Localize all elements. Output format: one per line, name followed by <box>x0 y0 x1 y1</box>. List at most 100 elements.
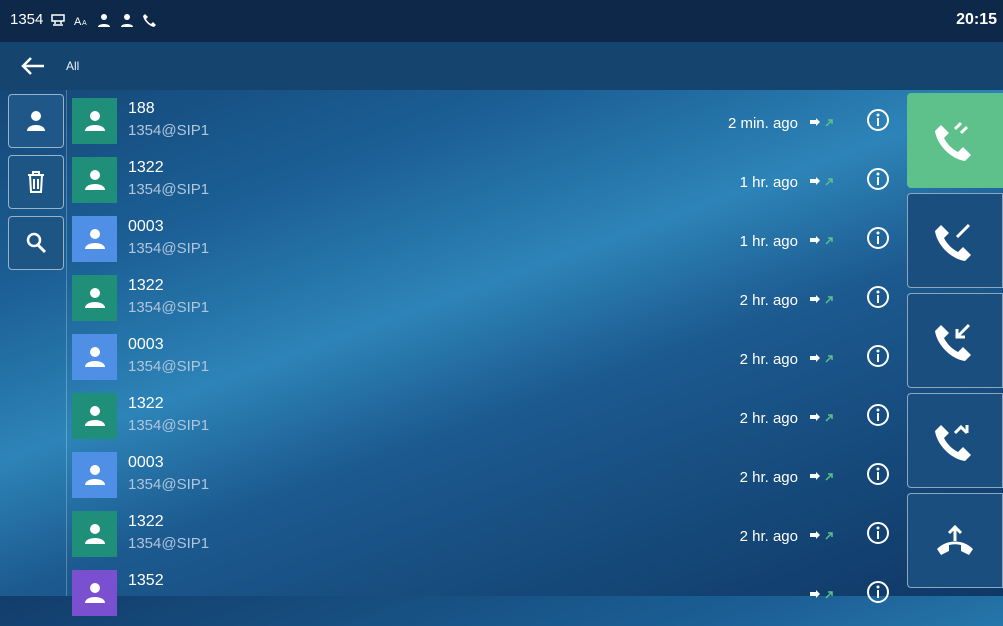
contact-avatar-icon <box>84 229 105 249</box>
contact-avatar-icon <box>84 347 105 367</box>
call-log-row[interactable]: 0003 1354@SIP1 2 hr. ago <box>72 331 902 390</box>
call-time: 2 hr. ago <box>739 410 798 427</box>
tab-missed-calls[interactable] <box>907 393 1003 488</box>
call-type-icon <box>810 413 833 422</box>
caller-name: 1352 <box>128 572 164 589</box>
caller-name: 1322 <box>128 159 164 176</box>
contact-avatar-icon <box>84 111 105 131</box>
caller-account: 1354@SIP1 <box>128 476 210 493</box>
info-icon[interactable] <box>866 226 890 250</box>
call-time: 2 min. ago <box>727 115 798 132</box>
contact-avatar-icon <box>84 583 105 603</box>
contact-avatar-icon <box>84 406 105 426</box>
call-type-icon <box>810 295 833 304</box>
svg-text:A: A <box>74 16 82 28</box>
contact-button[interactable] <box>8 94 64 148</box>
call-type-icon <box>810 472 833 481</box>
clock: 20:15 <box>956 11 997 28</box>
caller-account: 1354@SIP1 <box>128 299 210 316</box>
call-type-icon <box>810 531 833 540</box>
caller-name: 1322 <box>128 277 164 294</box>
info-icon[interactable] <box>866 285 890 309</box>
caller-account: 1354@SIP1 <box>128 535 210 552</box>
tab-dialed-calls[interactable] <box>907 193 1003 288</box>
call-time: 1 hr. ago <box>739 174 798 191</box>
tab-received-calls[interactable] <box>907 293 1003 388</box>
avatar <box>72 452 117 498</box>
contact-avatar-icon <box>84 170 105 190</box>
caller-account: 1354@SIP1 <box>128 122 210 139</box>
missed-calls-icon <box>935 424 971 461</box>
svg-text:A: A <box>82 20 87 27</box>
font-size-icon: AA <box>74 16 87 28</box>
search-icon <box>26 232 47 254</box>
all-calls-icon <box>935 121 971 161</box>
call-time: 2 hr. ago <box>739 292 798 309</box>
caller-account: 1354@SIP1 <box>128 417 210 434</box>
caller-name: 1322 <box>128 513 164 530</box>
info-icon[interactable] <box>866 167 890 191</box>
title-bar: All <box>0 42 1003 90</box>
status-left: 1354 AA <box>10 11 158 28</box>
contact-icon <box>27 111 45 131</box>
received-calls-icon <box>935 323 971 361</box>
left-toolbar <box>8 94 64 277</box>
contacts-icon <box>98 13 111 27</box>
avatar <box>72 393 117 439</box>
account-number: 1354 <box>10 11 44 28</box>
call-log-row[interactable]: 0003 1354@SIP1 1 hr. ago <box>72 213 902 272</box>
info-icon[interactable] <box>866 344 890 368</box>
page-title: All <box>66 59 80 73</box>
call-time: 2 hr. ago <box>739 469 798 486</box>
contact-avatar-icon <box>84 288 105 308</box>
avatar <box>72 157 117 203</box>
call-log-list: 188 1354@SIP1 2 min. ago 1322 1354@SIP1 1 hr.… <box>72 95 902 626</box>
caller-name: 0003 <box>128 336 164 353</box>
right-tabs <box>907 93 1003 593</box>
forwarded-calls-icon <box>937 524 973 555</box>
call-log-row[interactable]: 0003 1354@SIP1 2 hr. ago <box>72 449 902 508</box>
call-type-icon <box>810 236 833 245</box>
user-icon <box>121 13 134 27</box>
avatar <box>72 334 117 380</box>
call-log-row[interactable]: 188 1354@SIP1 2 min. ago <box>72 95 902 154</box>
info-icon[interactable] <box>866 580 890 604</box>
back-arrow-icon[interactable] <box>20 55 46 77</box>
delete-button[interactable] <box>8 155 64 209</box>
info-icon[interactable] <box>866 462 890 486</box>
caller-name: 0003 <box>128 218 164 235</box>
call-log-row[interactable]: 1322 1354@SIP1 2 hr. ago <box>72 272 902 331</box>
call-time: 2 hr. ago <box>739 528 798 545</box>
caller-account: 1354@SIP1 <box>128 181 210 198</box>
network-icon <box>51 13 66 26</box>
call-log-row[interactable]: 1322 1354@SIP1 2 hr. ago <box>72 508 902 567</box>
contact-avatar-icon <box>84 465 105 485</box>
contact-avatar-icon <box>84 524 105 544</box>
info-icon[interactable] <box>866 403 890 427</box>
caller-account: 1354@SIP1 <box>128 240 210 257</box>
call-time: 2 hr. ago <box>739 351 798 368</box>
delete-icon <box>28 171 44 193</box>
status-bar: 1354 AA 20:15 <box>0 0 1003 42</box>
caller-account: 1354@SIP1 <box>128 358 210 375</box>
caller-name: 188 <box>128 100 155 117</box>
avatar <box>72 511 117 557</box>
call-type-icon <box>810 177 833 186</box>
call-type-icon <box>810 590 833 599</box>
call-log-row[interactable]: 1322 1354@SIP1 2 hr. ago <box>72 390 902 449</box>
info-icon[interactable] <box>866 108 890 132</box>
caller-name: 1322 <box>128 395 164 412</box>
info-icon[interactable] <box>866 521 890 545</box>
call-time: 1 hr. ago <box>739 233 798 250</box>
call-forward-icon <box>143 13 157 27</box>
tab-all-calls[interactable] <box>907 93 1003 188</box>
call-type-icon <box>810 118 833 127</box>
avatar <box>72 570 117 616</box>
caller-name: 0003 <box>128 454 164 471</box>
call-log-row[interactable]: 1322 1354@SIP1 1 hr. ago <box>72 154 902 213</box>
tab-forwarded-calls[interactable] <box>907 493 1003 588</box>
call-log-row[interactable]: 1352 <box>72 567 902 626</box>
search-button[interactable] <box>8 216 64 270</box>
avatar <box>72 216 117 262</box>
dialed-calls-icon <box>935 223 971 261</box>
